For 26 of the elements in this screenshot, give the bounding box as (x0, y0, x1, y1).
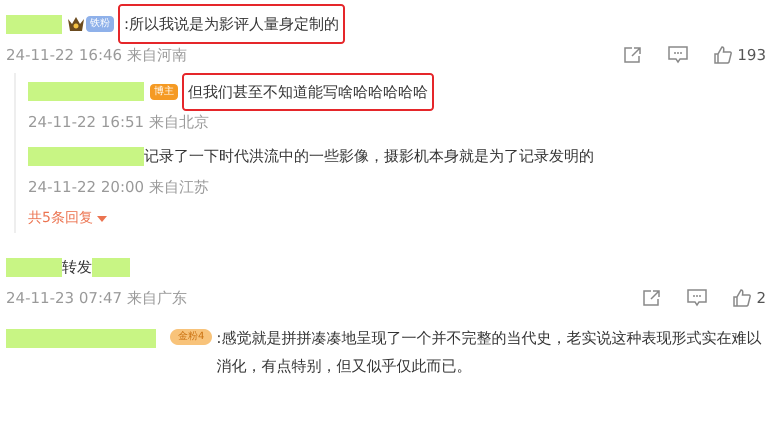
reply-meta: 24-11-22 20:00 来自江苏 (28, 176, 210, 198)
comment-text: :所以我说是为影评人量身定制的 (124, 14, 340, 35)
comment-text: 转发 (62, 257, 92, 278)
share-icon[interactable] (642, 289, 662, 308)
redaction-block (92, 258, 130, 276)
author-badge: 博主 (150, 84, 178, 100)
fan-badge: 铁粉 (86, 16, 114, 32)
like-count: 193 (737, 45, 766, 66)
redaction-block (6, 14, 62, 34)
crown-icon (66, 15, 86, 33)
caret-icon (96, 216, 107, 222)
comment-icon[interactable] (667, 45, 690, 66)
thumbs-up-icon[interactable] (713, 45, 734, 66)
super-fan-badge: 金粉4 (170, 328, 212, 344)
redaction-block (6, 258, 62, 276)
comment-icon[interactable] (686, 288, 708, 308)
like-count: 2 (756, 288, 766, 309)
more-replies-link[interactable]: 共5条回复 (28, 208, 107, 229)
comment-text: 记录了一下时代洪流中的一些影像，摄影机本身就是为了记录发明的 (144, 146, 594, 168)
share-icon[interactable] (623, 46, 644, 64)
comment-meta: 24-11-23 07:47 来自广东 (6, 288, 187, 309)
comment-meta: 24-11-22 16:46 来自河南 (6, 45, 187, 66)
thumbs-up-icon[interactable] (732, 288, 752, 308)
comment-text: :感觉就是拼拼凑凑地呈现了一个并不完整的当代史，老实说这种表现形式实在难以消化，有点特别，但又似乎仅此而已。 (216, 328, 762, 376)
comment-text: 但我们甚至不知道能写啥哈哈哈哈哈 (188, 82, 428, 102)
reply-meta: 24-11-22 16:51 来自北京 (28, 112, 210, 133)
